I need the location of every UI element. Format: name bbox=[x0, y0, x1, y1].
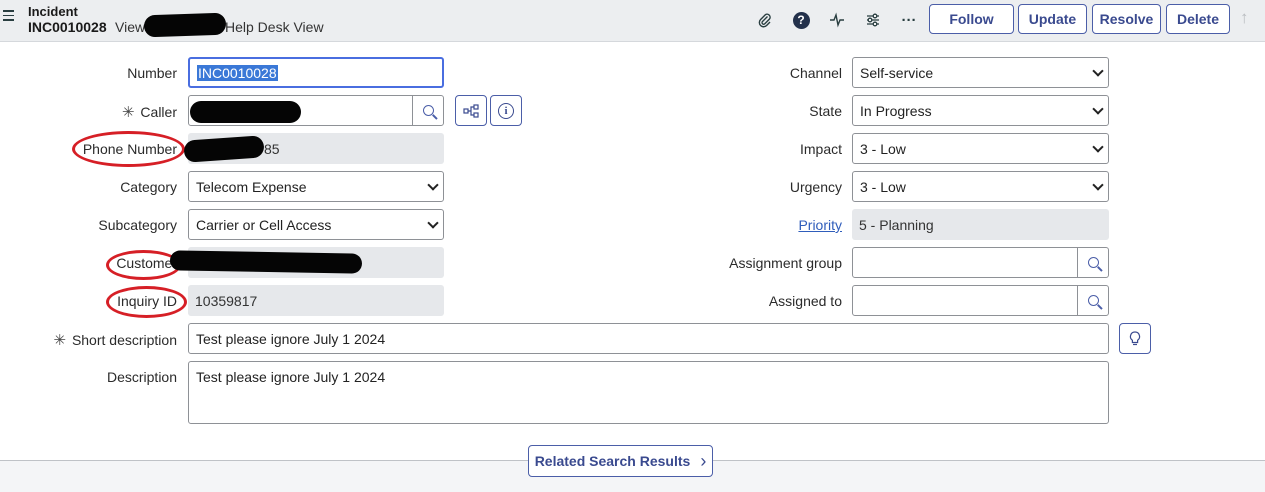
paperclip-icon[interactable] bbox=[755, 10, 775, 30]
record-number: INC0010028 bbox=[28, 19, 107, 35]
subcategory-value: Carrier or Cell Access bbox=[196, 216, 332, 233]
follow-button[interactable]: Follow bbox=[929, 4, 1014, 34]
assignment-group-label: Assignment group bbox=[729, 255, 842, 271]
delete-button[interactable]: Delete bbox=[1166, 4, 1230, 34]
impact-select[interactable]: 3 - Low bbox=[852, 133, 1109, 164]
required-icon: ✳ bbox=[121, 104, 135, 121]
impact-value: 3 - Low bbox=[860, 140, 906, 157]
assigned-to-label: Assigned to bbox=[768, 293, 842, 309]
settings-sliders-icon[interactable] bbox=[863, 10, 883, 30]
hierarchy-icon bbox=[463, 103, 479, 118]
priority-value: 5 - Planning bbox=[859, 216, 934, 233]
chevron-down-icon bbox=[427, 216, 439, 229]
chevron-down-icon bbox=[1092, 64, 1104, 77]
view-name: Help Desk View bbox=[225, 19, 324, 35]
urgency-select[interactable]: 3 - Low bbox=[852, 171, 1109, 202]
caller-label: ✳ Caller bbox=[121, 104, 177, 121]
chevron-down-icon bbox=[1092, 178, 1104, 191]
short-description-label: ✳ Short description bbox=[53, 332, 177, 349]
inquiry-id-field: 10359817 bbox=[188, 285, 444, 316]
help-icon[interactable]: ? bbox=[791, 10, 811, 30]
subcategory-select[interactable]: Carrier or Cell Access bbox=[188, 209, 444, 240]
urgency-label: Urgency bbox=[789, 179, 842, 195]
assigned-to-field[interactable] bbox=[852, 285, 1078, 316]
record-type: Incident bbox=[28, 4, 78, 19]
subcategory-label: Subcategory bbox=[98, 217, 177, 233]
search-icon bbox=[1087, 257, 1099, 268]
impact-label: Impact bbox=[799, 141, 842, 157]
lightbulb-icon bbox=[1129, 330, 1141, 345]
chevron-down-icon bbox=[427, 178, 439, 191]
state-value: In Progress bbox=[860, 102, 932, 119]
annotation-circle bbox=[72, 131, 185, 167]
search-icon bbox=[422, 105, 434, 116]
category-label: Category bbox=[120, 179, 177, 195]
related-search-results-button[interactable]: Related Search Results › bbox=[528, 445, 713, 477]
assignment-group-field[interactable] bbox=[852, 247, 1078, 278]
redaction-mark bbox=[169, 250, 363, 274]
phone-number-value: 85 bbox=[264, 140, 280, 157]
number-label: Number bbox=[127, 65, 177, 81]
redaction-mark bbox=[143, 12, 227, 38]
number-field[interactable]: INC0010028 bbox=[188, 57, 444, 88]
description-value: Test please ignore July 1 2024 bbox=[196, 369, 386, 385]
suggestion-button[interactable] bbox=[1119, 323, 1151, 354]
channel-select[interactable]: Self-service bbox=[852, 57, 1109, 88]
caller-info-button[interactable]: i bbox=[490, 95, 522, 126]
channel-value: Self-service bbox=[860, 64, 934, 81]
resolve-button[interactable]: Resolve bbox=[1092, 4, 1161, 34]
description-textarea[interactable]: Test please ignore July 1 2024 bbox=[188, 361, 1109, 424]
number-value: INC0010028 bbox=[197, 64, 278, 81]
activity-icon[interactable] bbox=[827, 10, 847, 30]
description-label: Description bbox=[106, 369, 177, 385]
channel-label: Channel bbox=[789, 65, 842, 81]
redaction-mark bbox=[190, 101, 301, 123]
search-icon bbox=[1087, 295, 1099, 306]
assignment-group-lookup-button[interactable] bbox=[1077, 247, 1109, 278]
caller-lookup-button[interactable] bbox=[412, 95, 444, 126]
hamburger-menu-icon[interactable] bbox=[3, 10, 14, 24]
assigned-to-lookup-button[interactable] bbox=[1077, 285, 1109, 316]
annotation-circle bbox=[106, 286, 187, 318]
inquiry-id-value: 10359817 bbox=[195, 292, 258, 309]
chevron-down-icon bbox=[1092, 102, 1104, 115]
caller-hierarchy-button[interactable] bbox=[455, 95, 487, 126]
required-icon: ✳ bbox=[53, 332, 66, 349]
state-label: State bbox=[809, 103, 842, 119]
chevron-down-icon bbox=[1092, 140, 1104, 153]
priority-link[interactable]: Priority bbox=[798, 217, 842, 233]
state-select[interactable]: In Progress bbox=[852, 95, 1109, 126]
category-select[interactable]: Telecom Expense bbox=[188, 171, 444, 202]
urgency-value: 3 - Low bbox=[860, 178, 906, 195]
related-search-label: Related Search Results bbox=[534, 453, 691, 469]
info-icon: i bbox=[498, 102, 514, 119]
scroll-up-icon[interactable]: ↑ bbox=[1240, 8, 1249, 28]
chevron-right-icon: › bbox=[700, 450, 707, 471]
form-header: Incident INC0010028 View: Help Desk View… bbox=[0, 0, 1265, 42]
priority-field: 5 - Planning bbox=[852, 209, 1109, 240]
update-button[interactable]: Update bbox=[1018, 4, 1087, 34]
short-description-field[interactable]: Test please ignore July 1 2024 bbox=[188, 323, 1109, 354]
more-icon[interactable]: ··· bbox=[899, 10, 919, 30]
short-description-value: Test please ignore July 1 2024 bbox=[196, 330, 386, 347]
annotation-circle bbox=[106, 250, 181, 280]
category-value: Telecom Expense bbox=[196, 178, 307, 195]
